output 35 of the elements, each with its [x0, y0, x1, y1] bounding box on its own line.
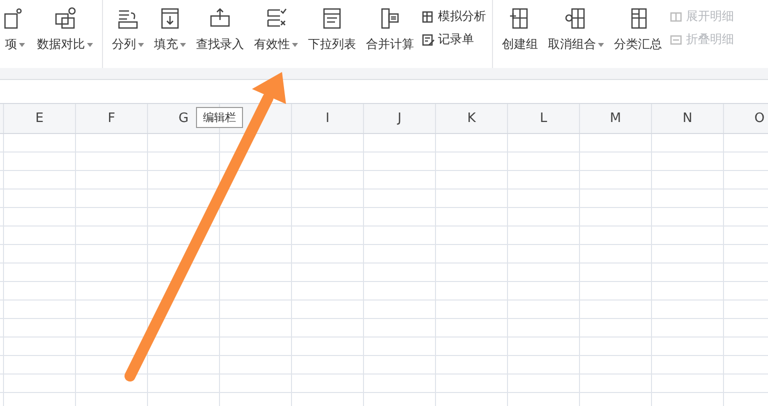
toolbar-button[interactable]: 分类汇总: [611, 6, 665, 62]
toolbar-button[interactable]: 取消组合: [545, 6, 607, 62]
column-header[interactable]: O: [723, 104, 768, 133]
toolbar-icon: [421, 32, 435, 46]
toolbar-button[interactable]: 查找录入: [193, 6, 247, 62]
toolbar-button[interactable]: 合并计算: [363, 6, 417, 62]
caret-icon: [87, 42, 93, 46]
caret-icon: [180, 42, 186, 46]
column-header[interactable]: N: [651, 104, 723, 133]
toolbar-button[interactable]: 创建组: [499, 6, 541, 62]
column-header[interactable]: L: [507, 104, 579, 133]
column-header[interactable]: E: [3, 104, 75, 133]
tooltip: 编辑栏: [196, 107, 243, 128]
column-header[interactable]: F: [75, 104, 147, 133]
cell-grid[interactable]: [0, 134, 768, 406]
column-header[interactable]: M: [579, 104, 651, 133]
toolbar-button[interactable]: 模拟分析: [421, 8, 486, 25]
caret-icon: [138, 42, 144, 46]
toolbar-icon: [421, 10, 435, 24]
caret-icon: [598, 42, 604, 46]
toolbar-button[interactable]: 有效性: [251, 6, 301, 62]
caret-icon: [292, 42, 298, 46]
toolbar-button[interactable]: 记录单: [421, 31, 486, 48]
toolbar-button[interactable]: 分列: [109, 6, 147, 62]
column-header[interactable]: J: [363, 104, 435, 133]
toolbar-icon: [669, 10, 683, 24]
caret-icon: [19, 42, 25, 46]
column-header[interactable]: I: [291, 104, 363, 133]
column-header[interactable]: K: [435, 104, 507, 133]
toolbar-button[interactable]: 项: [0, 6, 30, 62]
toolbar-icon: [53, 6, 77, 30]
toolbar-button[interactable]: 数据对比: [34, 6, 96, 62]
toolbar-button[interactable]: 填充: [151, 6, 189, 62]
toolbar-icon: [669, 32, 683, 46]
toolbar-button[interactable]: 下拉列表: [305, 6, 359, 62]
